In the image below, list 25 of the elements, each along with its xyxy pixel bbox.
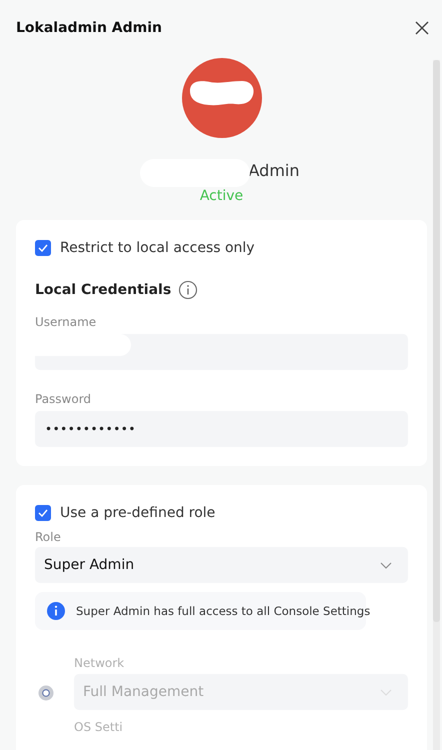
info-icon[interactable] (178, 280, 198, 300)
chevron-icon (380, 688, 392, 696)
checkbox-label: Restrict to local access only (60, 240, 255, 256)
role-dropdown[interactable]: Super Admin (35, 547, 408, 583)
field-label: OS Setti (74, 720, 124, 734)
field-label: Role (35, 530, 62, 544)
field-label: Username (35, 315, 98, 329)
checkbox-label: Use a pre-defined role (60, 505, 216, 521)
info-icon (47, 602, 65, 620)
field-label: Network (74, 656, 126, 670)
status-label: Active (200, 188, 244, 204)
info-text: Super Admin has full access to all Console Settings (76, 604, 370, 618)
panel-title: Lokaladmin Admin (16, 20, 162, 36)
radio-icon[interactable] (38, 685, 54, 701)
field-label: Password (35, 392, 92, 406)
scrollbar[interactable] (433, 60, 440, 750)
password-field[interactable]: •••••••••••• (35, 411, 408, 447)
checkbox[interactable] (35, 240, 51, 256)
check-icon (38, 509, 48, 517)
close-icon[interactable] (415, 21, 429, 35)
section-title: Local Credentials (35, 282, 172, 298)
checkbox[interactable] (35, 505, 51, 521)
check-icon (38, 244, 48, 252)
user-name: Admin (248, 161, 300, 180)
chevron-icon (380, 562, 392, 568)
